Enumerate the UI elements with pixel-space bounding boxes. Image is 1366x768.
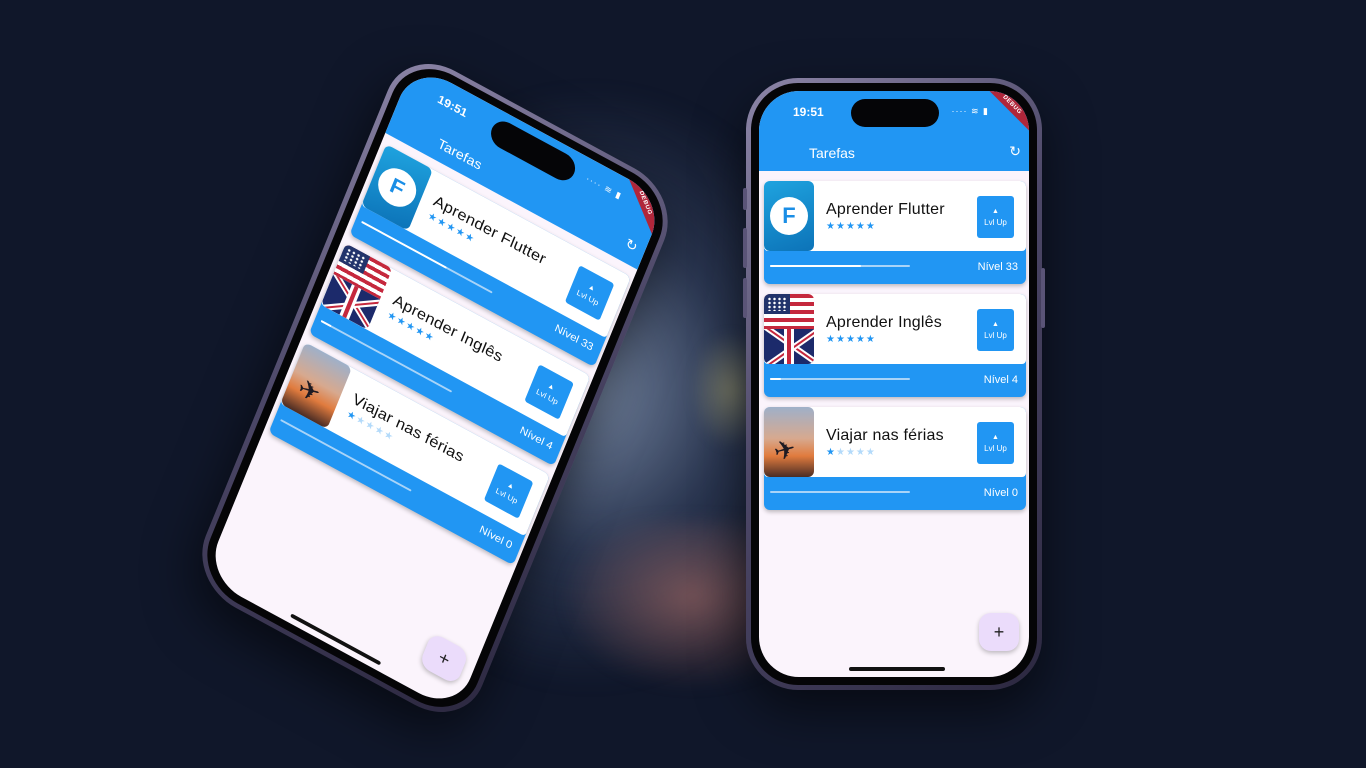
phone-side-button <box>743 188 747 210</box>
level-up-button[interactable]: ▲ Lvl Up <box>564 265 615 321</box>
star-empty-icon: ★ <box>855 447 866 458</box>
plane-icon: ✈ <box>770 432 800 468</box>
refresh-icon[interactable]: ↻ <box>623 235 640 256</box>
phone-side-button <box>743 278 747 318</box>
phone-side-button <box>743 228 747 268</box>
app-title: Tarefas <box>809 145 855 161</box>
level-up-button[interactable]: ▲ Lvl Up <box>524 364 574 420</box>
progress-bar-fill <box>280 419 281 421</box>
plane-icon: ✈ <box>296 373 322 409</box>
flutter-logo-icon: F <box>361 144 434 231</box>
level-text: Nível 4 <box>983 374 1018 386</box>
task-card: Aprender Inglês ★★★★★ ▲ Lvl Up Nível 4 <box>764 294 1026 397</box>
star-filled-icon: ★ <box>845 221 856 232</box>
flutter-logo-icon: F <box>764 181 814 251</box>
star-filled-icon: ★ <box>855 221 866 232</box>
star-empty-icon: ★ <box>845 447 856 458</box>
progress-bar <box>770 491 910 493</box>
dynamic-island <box>851 99 939 127</box>
star-filled-icon: ★ <box>855 334 866 345</box>
progress-bar <box>770 265 910 267</box>
us-flag-canton <box>764 294 790 314</box>
phone-power-button <box>1041 268 1045 328</box>
task-card-body: ✈ Viajar nas férias ★★★★★ ▲ Lvl Up <box>764 407 1026 477</box>
flutter-icon: F <box>372 161 422 214</box>
star-filled-icon: ★ <box>835 334 846 345</box>
star-filled-icon: ★ <box>845 334 856 345</box>
level-up-label: Lvl Up <box>984 330 1007 340</box>
flag-icon <box>764 294 814 364</box>
phone-screen: 19:51 ···· ≋ ▮ DEBUG Tarefas ↻ F Aprende… <box>759 91 1029 677</box>
status-time: 19:51 <box>793 105 824 119</box>
star-empty-icon: ★ <box>865 447 876 458</box>
progress-bar <box>770 378 910 380</box>
task-card-body: Aprender Inglês ★★★★★ ▲ Lvl Up <box>764 294 1026 364</box>
task-name: Aprender Inglês <box>826 314 942 331</box>
level-up-button[interactable]: ▲ Lvl Up <box>977 422 1014 464</box>
arrow-up-icon: ▲ <box>992 320 999 328</box>
task-card: ✈ Viajar nas férias ★★★★★ ▲ Lvl Up Nível… <box>764 407 1026 510</box>
arrow-up-icon: ▲ <box>992 433 999 441</box>
star-filled-icon: ★ <box>826 334 836 345</box>
phone-bezel: 19:51 ···· ≋ ▮ DEBUG Tarefas ↻ F Aprende… <box>751 83 1037 685</box>
level-up-label: Lvl Up <box>984 443 1007 453</box>
task-name: Aprender Flutter <box>826 201 945 218</box>
task-card-body: F Aprender Flutter ★★★★★ ▲ Lvl Up <box>764 181 1026 251</box>
level-text: Nível 33 <box>977 261 1018 273</box>
add-task-button[interactable]: + <box>979 613 1019 651</box>
star-filled-icon: ★ <box>865 334 876 345</box>
star-filled-icon: ★ <box>835 221 846 232</box>
status-time: 19:51 <box>435 92 470 121</box>
add-task-button[interactable]: + <box>418 631 470 686</box>
difficulty-stars: ★★★★★ <box>826 447 876 458</box>
phone-mockup-front: 19:51 ···· ≋ ▮ DEBUG Tarefas ↻ F Aprende… <box>743 78 1045 690</box>
task-list: F Aprender Flutter ★★★★★ ▲ Lvl Up Nível … <box>759 171 1029 510</box>
level-up-button[interactable]: ▲ Lvl Up <box>977 309 1014 351</box>
level-up-button[interactable]: ▲ Lvl Up <box>977 196 1014 238</box>
arrow-up-icon: ▲ <box>992 207 999 215</box>
star-empty-icon: ★ <box>835 447 846 458</box>
airplane-icon: ✈ <box>764 407 814 477</box>
star-filled-icon: ★ <box>865 221 876 232</box>
flag-icon <box>320 243 393 330</box>
home-indicator <box>290 613 382 666</box>
home-indicator <box>849 667 945 671</box>
status-icons: ···· ≋ ▮ <box>584 173 624 202</box>
task-card: F Aprender Flutter ★★★★★ ▲ Lvl Up Nível … <box>764 181 1026 284</box>
progress-bar-fill <box>770 378 782 380</box>
level-up-button[interactable]: ▲ Lvl Up <box>483 463 534 519</box>
flutter-icon: F <box>770 197 808 235</box>
airplane-icon: ✈ <box>280 342 353 430</box>
app-bar: 19:51 ···· ≋ ▮ DEBUG Tarefas ↻ <box>759 91 1029 171</box>
refresh-icon[interactable]: ↻ <box>1009 143 1021 160</box>
progress-bar-fill <box>320 319 332 328</box>
status-icons: ···· ≋ ▮ <box>951 106 989 116</box>
task-name: Viajar nas férias <box>826 427 944 444</box>
progress-bar-fill <box>770 265 861 267</box>
star-filled-icon: ★ <box>826 447 836 458</box>
star-filled-icon: ★ <box>826 221 836 232</box>
level-text: Nível 0 <box>983 487 1018 499</box>
difficulty-stars: ★★★★★ <box>826 221 876 232</box>
difficulty-stars: ★★★★★ <box>826 334 876 345</box>
level-up-label: Lvl Up <box>984 217 1007 227</box>
uk-flag-half <box>764 329 814 364</box>
